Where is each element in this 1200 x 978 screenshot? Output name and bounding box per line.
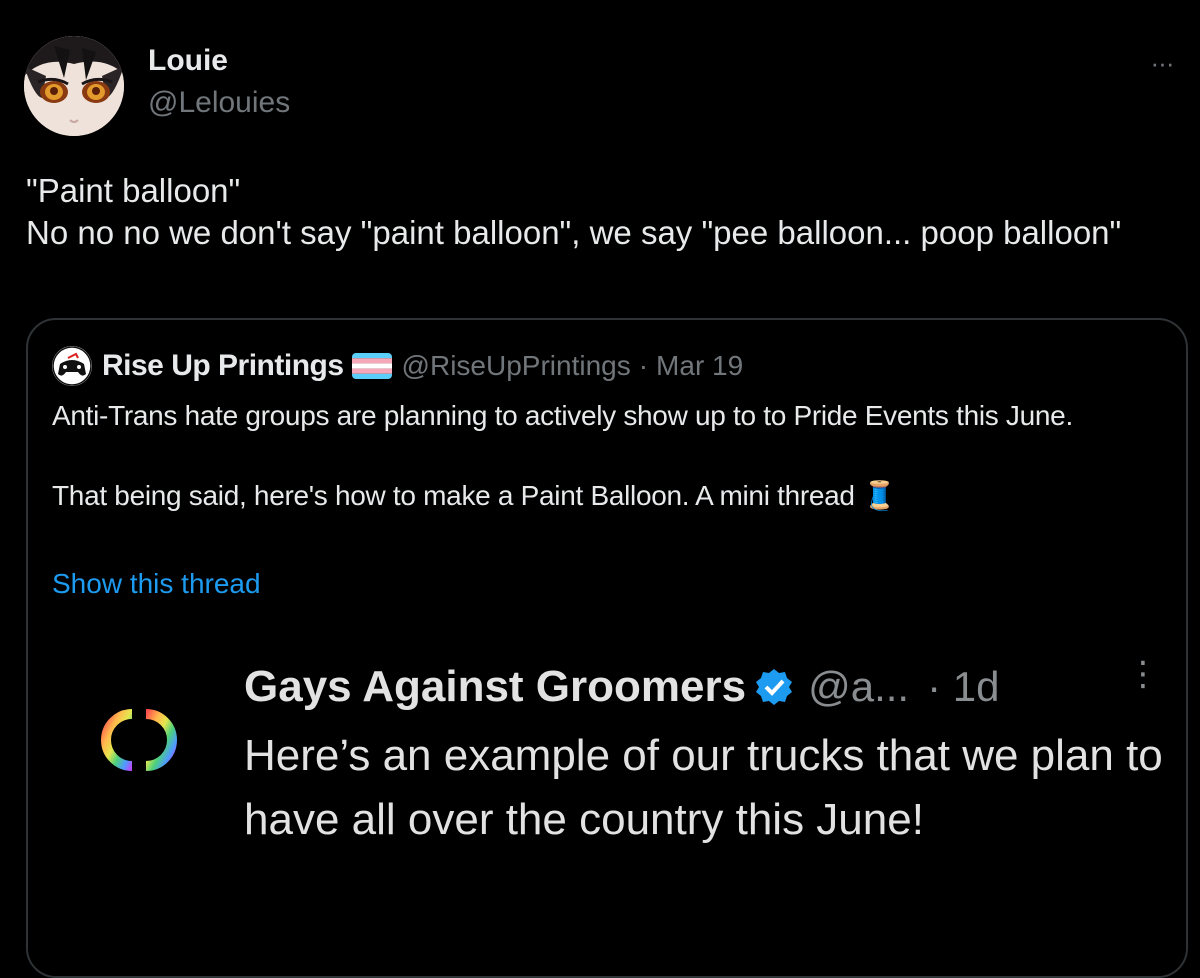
gays-against-groomers-logo-icon [80, 700, 198, 780]
quoted-tweet-header: Rise Up Printings @RiseUpPrintings · Mar… [52, 346, 743, 386]
quoted-tweet-card[interactable]: Rise Up Printings @RiseUpPrintings · Mar… [26, 318, 1188, 978]
tweet-text: "Paint balloon" No no no we don't say "p… [26, 170, 1146, 254]
author-avatar[interactable] [24, 36, 124, 136]
separator-dot: · [638, 350, 649, 381]
tweet-text-line: No no no we don't say "paint balloon", w… [26, 214, 1122, 251]
quoted-author-name[interactable]: Rise Up Printings [102, 349, 344, 383]
quoted-paragraph: Anti-Trans hate groups are planning to a… [52, 400, 1073, 431]
media-tweet-text: Here’s an example of our trucks that we … [244, 731, 1163, 844]
more-horizontal-icon: ··· [1150, 47, 1175, 78]
author-handle[interactable]: @Lelouies [148, 86, 290, 120]
game-controller-logo-icon [52, 346, 92, 386]
transgender-flag-icon [351, 353, 392, 379]
anime-character-avatar-icon [24, 36, 124, 136]
tweet-text-line: "Paint balloon" [26, 172, 241, 209]
show-this-thread-link[interactable]: Show this thread [52, 568, 261, 600]
quoted-tweet-text: Anti-Trans hate groups are planning to a… [52, 396, 1162, 516]
quoted-author-avatar[interactable] [52, 346, 92, 386]
media-author-name: Gays Against Groomers [244, 662, 747, 711]
quoted-tweet-date[interactable]: Mar 19 [656, 350, 743, 382]
author-display-name[interactable]: Louie [148, 44, 228, 78]
quoted-media-screenshot[interactable]: Gays Against Groomers @a... · 1d ⋮ Here’… [28, 618, 1186, 976]
media-author-handle: @a... [808, 663, 910, 710]
quoted-author-handle[interactable]: @RiseUpPrintings [402, 350, 631, 382]
quoted-paragraph: That being said, here's how to make a Pa… [52, 480, 897, 511]
more-options-button[interactable]: ··· [1142, 48, 1182, 78]
kebab-menu-icon: ⋮ [1126, 655, 1160, 693]
tweet: Louie @Lelouies ··· "Paint balloon" No n… [0, 0, 1200, 978]
media-tweet-header: Gays Against Groomers @a... · 1d [244, 662, 999, 712]
media-tweet-time: · 1d [927, 663, 1000, 710]
verified-badge-icon [754, 667, 794, 707]
